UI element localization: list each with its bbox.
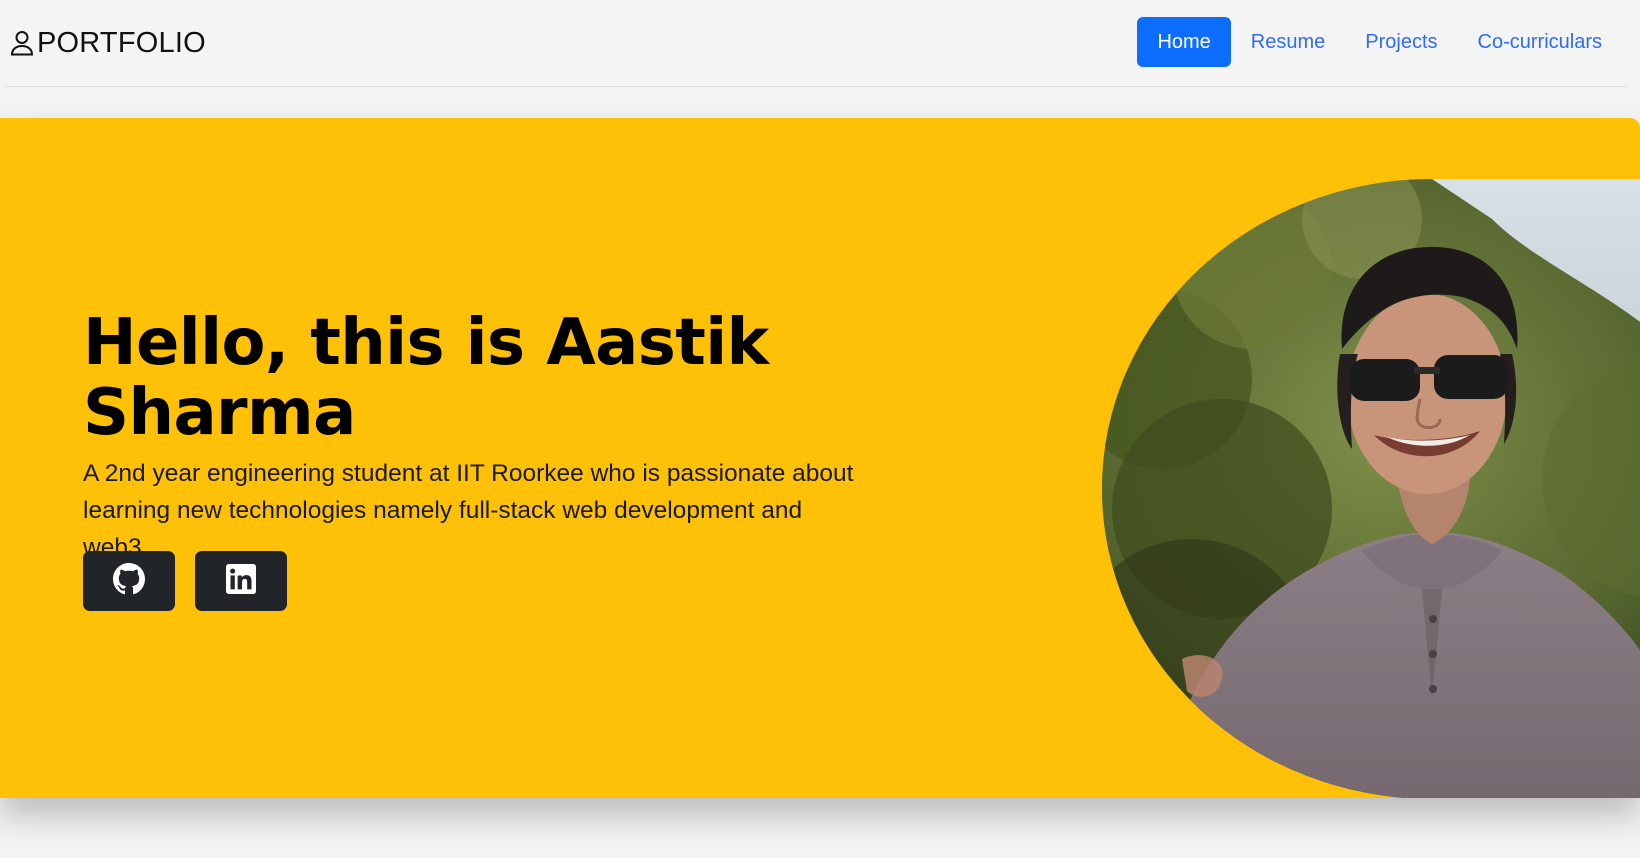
brand-title: PORTFOLIO — [37, 26, 206, 59]
profile-photo — [1102, 179, 1640, 798]
nav-projects[interactable]: Projects — [1345, 17, 1457, 67]
social-links — [83, 551, 287, 611]
github-button[interactable] — [83, 551, 175, 611]
navbar: PORTFOLIO Home Resume Projects Co-curric… — [0, 0, 1640, 87]
main-nav: Home Resume Projects Co-curriculars — [1137, 17, 1622, 67]
hero-title: Hello, this is Aastik Sharma — [83, 306, 769, 450]
brand-link[interactable]: PORTFOLIO — [10, 26, 206, 60]
person-icon — [10, 29, 34, 57]
navbar-divider — [6, 86, 1626, 87]
hero-section: Hello, this is Aastik Sharma A 2nd year … — [0, 118, 1640, 798]
linkedin-button[interactable] — [195, 551, 287, 611]
nav-home[interactable]: Home — [1137, 17, 1231, 67]
nav-co-curriculars[interactable]: Co-curriculars — [1458, 17, 1622, 67]
linkedin-icon — [226, 563, 256, 599]
nav-resume[interactable]: Resume — [1231, 17, 1345, 67]
github-icon — [113, 562, 145, 600]
hero-description: A 2nd year engineering student at IIT Ro… — [83, 460, 854, 561]
